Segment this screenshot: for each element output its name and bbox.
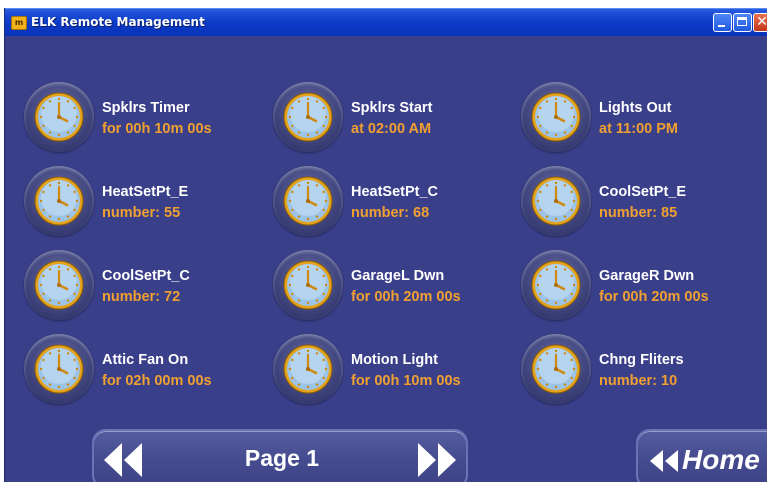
timer-name: HeatSetPt_C	[351, 184, 439, 200]
title-bar[interactable]: m ELK Remote Management ✕	[5, 8, 767, 36]
timer-item[interactable]: Spklrs Start at 02:00 AM	[258, 78, 498, 154]
elk-logo-icon: m	[11, 16, 27, 30]
clock-face	[34, 92, 84, 142]
timer-name: Attic Fan On	[102, 352, 189, 368]
clock-icon[interactable]	[24, 82, 94, 152]
minimize-button[interactable]	[713, 13, 732, 32]
clock-face	[531, 344, 581, 394]
clock-face	[531, 176, 581, 226]
timer-item[interactable]: Attic Fan On for 02h 00m 00s	[9, 330, 249, 406]
timer-item[interactable]: Lights Out at 11:00 PM	[506, 78, 746, 154]
timer-name: GarageL Dwn	[351, 268, 445, 284]
clock-face	[34, 344, 84, 394]
clock-icon[interactable]	[521, 250, 591, 320]
next-page-button[interactable]	[416, 441, 460, 479]
maximize-button[interactable]	[733, 13, 752, 32]
timer-item[interactable]: CoolSetPt_E number: 85	[506, 162, 746, 238]
timer-value: number: 10	[599, 373, 678, 389]
clock-face	[531, 260, 581, 310]
timer-item[interactable]: HeatSetPt_C number: 68	[258, 162, 498, 238]
clock-icon[interactable]	[273, 166, 343, 236]
timer-name: Spklrs Timer	[102, 100, 190, 116]
timer-value: for 02h 00m 00s	[102, 373, 212, 389]
timer-value: for 00h 20m 00s	[599, 289, 709, 305]
clock-icon[interactable]	[24, 250, 94, 320]
timer-name: Spklrs Start	[351, 100, 433, 116]
clock-face	[283, 344, 333, 394]
clock-icon[interactable]	[521, 334, 591, 404]
timer-value: for 00h 10m 00s	[102, 121, 212, 137]
clock-icon[interactable]	[273, 82, 343, 152]
clock-face	[283, 176, 333, 226]
timer-item[interactable]: CoolSetPt_C number: 72	[9, 246, 249, 322]
timer-value: number: 55	[102, 205, 181, 221]
app-window: m ELK Remote Management ✕ Spklrs Timer f…	[4, 8, 767, 482]
timer-name: Lights Out	[599, 100, 672, 116]
window-title: ELK Remote Management	[31, 15, 205, 29]
timer-name: HeatSetPt_E	[102, 184, 189, 200]
timer-name: Chng Fliters	[599, 352, 684, 368]
clock-icon[interactable]	[24, 334, 94, 404]
timer-name: CoolSetPt_E	[599, 184, 687, 200]
clock-icon[interactable]	[273, 334, 343, 404]
clock-icon[interactable]	[24, 166, 94, 236]
clock-face	[283, 92, 333, 142]
timer-item[interactable]: Spklrs Timer for 00h 10m 00s	[9, 78, 249, 154]
timer-item[interactable]: GarageR Dwn for 00h 20m 00s	[506, 246, 746, 322]
timer-value: at 11:00 PM	[599, 121, 678, 137]
timer-name: CoolSetPt_C	[102, 268, 190, 284]
timer-value: number: 85	[599, 205, 678, 221]
clock-face	[34, 260, 84, 310]
close-icon: ✕	[756, 14, 767, 30]
clock-face	[34, 176, 84, 226]
clock-icon[interactable]	[521, 82, 591, 152]
timer-value: number: 68	[351, 205, 430, 221]
clock-face	[283, 260, 333, 310]
timer-item[interactable]: Motion Light for 00h 10m 00s	[258, 330, 498, 406]
home-label: Home	[682, 444, 760, 475]
page-label: Page 1	[244, 445, 320, 471]
home-button[interactable]: Home	[636, 429, 767, 482]
clock-icon[interactable]	[273, 250, 343, 320]
double-chevron-left-icon	[650, 450, 678, 472]
timer-item[interactable]: Chng Fliters number: 10	[506, 330, 746, 406]
timer-value: at 02:00 AM	[351, 121, 432, 137]
timer-name: Motion Light	[351, 352, 438, 368]
timer-item[interactable]: HeatSetPt_E number: 55	[9, 162, 249, 238]
minimize-icon	[718, 25, 725, 27]
double-chevron-right-icon	[418, 443, 436, 477]
clock-face	[531, 92, 581, 142]
timer-item[interactable]: GarageL Dwn for 00h 20m 00s	[258, 246, 498, 322]
page-navigator: Page 1	[92, 429, 468, 482]
timer-name: GarageR Dwn	[599, 268, 695, 284]
timer-value: for 00h 10m 00s	[351, 373, 461, 389]
timer-value: for 00h 20m 00s	[351, 289, 461, 305]
chevron-right-icon	[438, 443, 456, 477]
clock-icon[interactable]	[521, 166, 591, 236]
maximize-icon	[737, 17, 747, 26]
timer-value: number: 72	[102, 289, 181, 305]
close-button[interactable]: ✕	[753, 13, 767, 32]
